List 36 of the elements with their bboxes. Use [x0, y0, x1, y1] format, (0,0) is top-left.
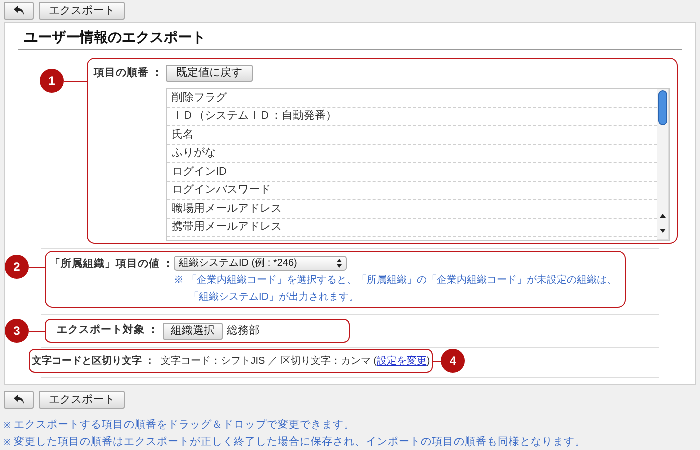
field-label: 項目の順番 ： — [94, 66, 164, 81]
note-text: 「組織システムID」が出力されます。 — [188, 290, 360, 305]
back-arrow-icon — [14, 395, 24, 405]
page-title: ユーザー情報のエクスポート — [23, 28, 207, 46]
export-button[interactable]: エクスポート — [39, 391, 125, 409]
number-badge: 1 — [40, 69, 64, 93]
note-text: ※ 「企業内組織コード」を選択すると、「所属組織」の「企業内組織コード」が未設定の組織は、 — [174, 274, 617, 288]
list-item[interactable]: 氏名 — [167, 126, 657, 144]
up-down-arrows-icon — [337, 259, 342, 268]
field-label: 文字コードと区切り文字 ： — [32, 354, 156, 368]
list-item[interactable]: ＩＤ（システムＩＤ：自動発番） — [167, 108, 657, 126]
list-item[interactable]: ログインパスワード — [167, 182, 657, 200]
field-label: エクスポート対象 ： — [56, 323, 160, 338]
back-button[interactable] — [4, 2, 34, 20]
note-mark: ※ — [4, 422, 11, 430]
field-label: 「所属組織」項目の値 ： — [50, 257, 174, 272]
number-badge: 2 — [5, 255, 29, 279]
list-item[interactable]: 削除フラグ — [167, 89, 657, 108]
back-arrow-icon — [14, 6, 24, 16]
field-value: 総務部 — [227, 324, 260, 339]
back-button[interactable] — [4, 391, 34, 409]
list-item[interactable]: ログインID — [167, 163, 657, 182]
export-button[interactable]: エクスポート — [39, 2, 125, 20]
list-item[interactable]: 職場用メールアドレス — [167, 200, 657, 218]
note-mark: ※ — [4, 438, 11, 446]
number-badge: 3 — [5, 319, 29, 343]
organization-select-button[interactable]: 組織選択 — [163, 322, 223, 340]
change-settings-link[interactable]: 設定を変更 — [376, 356, 427, 366]
list-item[interactable]: 携帯用メールアドレス — [167, 218, 657, 237]
field-value: 文字コード：シフトJIS ／ 区切り文字：カンマ (設定を変更) — [160, 354, 430, 368]
select-field[interactable]: 組織システムID (例 : *246) — [174, 256, 347, 271]
number-badge: 4 — [441, 349, 466, 373]
footnote-text: 変更した項目の順番はエクスポートが正しく終了した場合に保存され、インポートの項目の順番も同様となります。 — [14, 434, 586, 450]
footnote-text: エクスポートする項目の順番をドラッグ＆ドロップで変更できます。 — [14, 418, 355, 433]
reset-default-button[interactable]: 既定値に戻す — [166, 65, 253, 82]
list-item[interactable]: ふりがな — [167, 144, 657, 163]
